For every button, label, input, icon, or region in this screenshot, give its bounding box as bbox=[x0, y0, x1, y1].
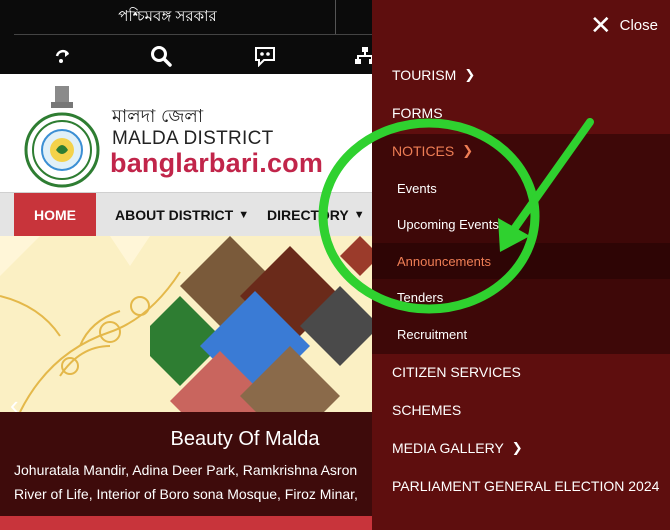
divider bbox=[14, 34, 374, 35]
brand-logo-text[interactable]: banglarbari.com bbox=[110, 148, 323, 179]
close-icon: ✕ bbox=[589, 10, 612, 40]
share-icon[interactable] bbox=[50, 44, 76, 68]
carousel-prev-icon[interactable]: ‹ bbox=[10, 390, 19, 412]
menu-label: FORMS bbox=[392, 105, 443, 121]
chevron-right-icon: ❯ bbox=[511, 440, 523, 455]
nav-label: ABOUT DISTRICT bbox=[115, 207, 234, 223]
caption-text: Johuratala Mandir, Adina Deer Park, Ramk… bbox=[14, 462, 358, 478]
submenu-label: Upcoming Events bbox=[397, 216, 499, 232]
submenu-item-recruitment[interactable]: Recruitment bbox=[372, 316, 670, 352]
submenu-label: Announcements bbox=[397, 253, 491, 269]
notices-submenu: NOTICES ❯ Events Upcoming Events Announc… bbox=[372, 134, 670, 354]
submenu-item-events[interactable]: Events bbox=[372, 170, 670, 206]
caption-text: River of Life, Interior of Boro sona Mos… bbox=[14, 486, 358, 502]
menu-label: TOURISM bbox=[392, 67, 457, 83]
menu-label: PARLIAMENT GENERAL ELECTION 2024 bbox=[392, 478, 660, 494]
submenu-item-upcoming-events[interactable]: Upcoming Events bbox=[372, 206, 670, 242]
menu-item-forms[interactable]: FORMS bbox=[372, 96, 670, 130]
menu-item-schemes[interactable]: SCHEMES bbox=[372, 393, 670, 427]
government-link[interactable]: পশ্চিমবঙ্গ সরকার bbox=[0, 0, 335, 34]
submenu-label: Recruitment bbox=[397, 326, 468, 342]
submenu-item-tenders[interactable]: Tenders bbox=[372, 279, 670, 315]
menu-label: CITIZEN SERVICES bbox=[392, 364, 521, 380]
accessibility-icon[interactable] bbox=[252, 44, 278, 68]
divider bbox=[335, 0, 336, 34]
chevron-down-icon: ▼ bbox=[238, 209, 250, 221]
chevron-down-icon: ▼ bbox=[353, 209, 365, 221]
chevron-right-icon: ❯ bbox=[464, 67, 476, 82]
menu-label: MEDIA GALLERY bbox=[392, 440, 504, 456]
submenu-label: Events bbox=[397, 180, 437, 196]
submenu-item-announcements[interactable]: Announcements bbox=[372, 243, 670, 279]
nav-about-district[interactable]: ABOUT DISTRICT ▼ bbox=[115, 193, 249, 237]
district-emblem-logo[interactable] bbox=[22, 84, 102, 188]
search-icon[interactable] bbox=[148, 44, 174, 68]
menu-item-media-gallery[interactable]: MEDIA GALLERY ❯ bbox=[372, 431, 670, 465]
nav-home[interactable]: HOME bbox=[14, 193, 96, 237]
menu-item-parliament-election[interactable]: PARLIAMENT GENERAL ELECTION 2024 bbox=[372, 469, 670, 503]
menu-label: NOTICES bbox=[392, 143, 455, 159]
close-label: Close bbox=[619, 16, 658, 34]
chevron-right-icon: ❯ bbox=[462, 143, 474, 158]
nav-directory[interactable]: DIRECTORY ▼ bbox=[267, 193, 365, 237]
district-name-english: MALDA DISTRICT bbox=[112, 128, 274, 149]
close-button[interactable]: ✕ Close bbox=[590, 12, 658, 38]
menu-item-tourism[interactable]: TOURISM ❯ bbox=[372, 58, 670, 92]
submenu-label: Tenders bbox=[397, 289, 444, 305]
menu-label: SCHEMES bbox=[392, 402, 462, 418]
menu-item-notices[interactable]: NOTICES ❯ bbox=[372, 134, 670, 168]
menu-item-citizen-services[interactable]: CITIZEN SERVICES bbox=[372, 355, 670, 389]
photo-collage bbox=[150, 236, 380, 412]
side-menu-drawer: ✕ Close TOURISM ❯ FORMS NOTICES ❯ Events… bbox=[372, 0, 670, 530]
nav-label: DIRECTORY bbox=[267, 207, 349, 223]
